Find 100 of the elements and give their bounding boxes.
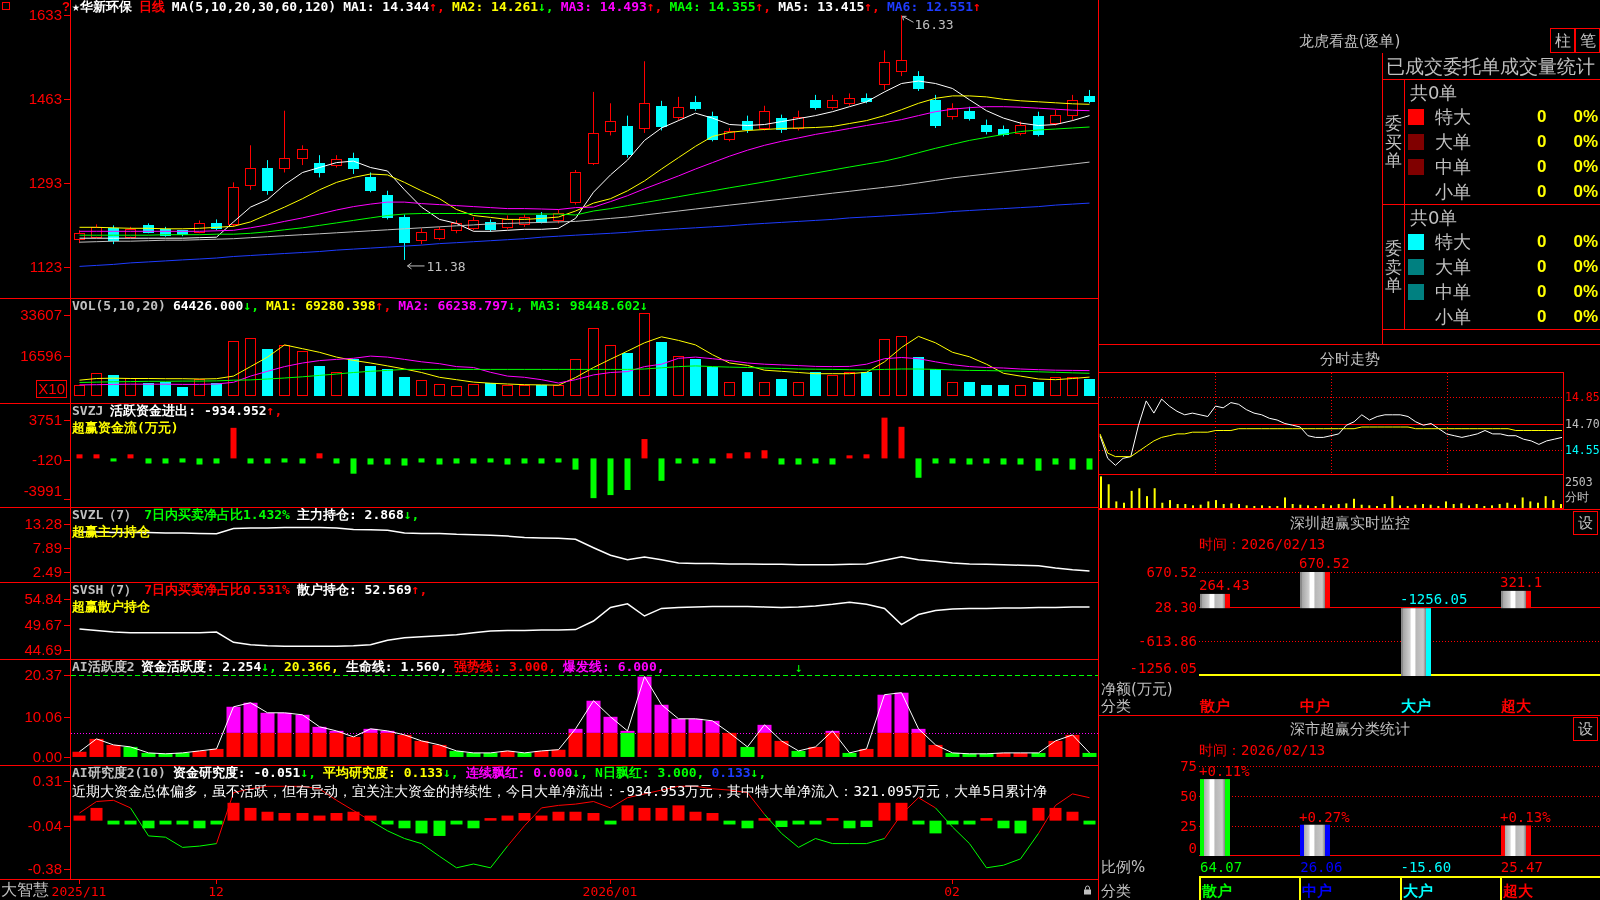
axis-label: 1463 (28, 91, 62, 108)
fund-flow-bar (795, 458, 802, 465)
trend-arrow: ↓, (261, 660, 277, 674)
candlestick (331, 154, 342, 169)
axis-label: 16596 (20, 347, 62, 364)
axis-label: 28.30 (1154, 599, 1197, 615)
candlestick (245, 144, 256, 191)
date-label: 12 (208, 884, 224, 900)
axis-label: 1633 (28, 7, 62, 24)
legend-label: 超赢散户持仓 (72, 600, 150, 614)
fund-flow-bar (983, 458, 990, 464)
count-value: 0 (1536, 156, 1547, 177)
candlestick (485, 218, 496, 233)
row-label: 特大 (1435, 106, 1471, 127)
fund-flow-bar (110, 458, 117, 462)
legend-label: AI活跃度2 (72, 660, 135, 674)
legend-label: 散户持仓: 52.569 (296, 583, 412, 597)
percent-value: 0% (1573, 256, 1598, 277)
signal-arrow: ↓ (795, 660, 803, 675)
volume-bar (1291, 504, 1294, 508)
trend-arrow: ↓, (538, 0, 554, 14)
axis-label: 10.06 (24, 708, 62, 725)
volume-bar (1414, 504, 1417, 508)
candlestick (1033, 111, 1044, 137)
fund-flow-bar (915, 458, 922, 478)
settings-button[interactable]: 设 (1573, 716, 1598, 741)
legend-label: 20.366, (283, 660, 339, 674)
axis-label: -613.86 (1138, 633, 1197, 649)
category-bar (1300, 824, 1330, 856)
count-value: 0 (1536, 131, 1547, 152)
candlestick (74, 229, 85, 244)
change-label: +0.13% (1500, 809, 1551, 826)
volume-bar (1199, 504, 1202, 508)
axis-caption: 比例% (1101, 859, 1146, 876)
candlestick (930, 94, 941, 129)
candlestick (382, 190, 393, 220)
burst-segment (620, 730, 635, 733)
group-label: 委买单 (1385, 113, 1402, 171)
percent-value: 0% (1573, 106, 1598, 127)
settings-button[interactable]: 设 (1573, 510, 1598, 535)
fund-flow-bar (453, 458, 460, 464)
axis-caption: 分类 (1101, 698, 1131, 715)
mode-button[interactable]: 笔 (1575, 28, 1600, 53)
candlestick (399, 214, 410, 261)
value-label: -15.60 (1400, 859, 1452, 876)
fund-flow-bar (675, 458, 682, 464)
candlestick (1015, 121, 1026, 136)
burst-segment (277, 712, 292, 733)
axis-label: 3751 (28, 412, 62, 429)
axis-label: 0.00 (32, 748, 62, 765)
candlestick (194, 219, 205, 234)
volume-bar (1429, 504, 1432, 508)
candlestick (896, 14, 907, 77)
value-label: 321.1 (1500, 573, 1543, 590)
legend-label: SVSH（7） (72, 583, 138, 597)
category-label: 超大 (1500, 697, 1531, 715)
trend-arrow: ↑, (375, 299, 392, 313)
fund-flow-bar (658, 458, 665, 481)
fund-flow-bar (1035, 458, 1042, 471)
axis-label: -120 (31, 451, 62, 468)
burst-segment (568, 728, 583, 733)
percent-value: 0% (1573, 156, 1598, 177)
burst-segment (329, 730, 344, 733)
candlestick (468, 216, 479, 231)
fund-flow-bar (384, 458, 391, 465)
candlestick (570, 169, 581, 206)
fund-flow-bar (487, 458, 494, 463)
fund-flow-bar (76, 454, 83, 459)
fund-flow-bar (333, 458, 340, 464)
volume-bar (1245, 505, 1248, 508)
category-bar (1501, 590, 1531, 609)
trend-arrow: ↓ (640, 299, 648, 313)
burst-segment (295, 714, 310, 733)
category-bar (1300, 572, 1330, 609)
volume-bar (1322, 504, 1325, 508)
fund-flow-bar (572, 458, 579, 470)
legend-label: MA3: 14.493 (560, 0, 647, 14)
fund-flow-bar (761, 450, 768, 459)
axis-label: 670.52 (1146, 564, 1197, 580)
volume-bar (1368, 505, 1371, 508)
axis-label: 1293 (28, 175, 62, 192)
total-label: 共0单 (1410, 206, 1458, 228)
candlestick (91, 223, 102, 238)
volume-bar (1138, 488, 1141, 508)
axis-label: 0.31 (32, 773, 62, 790)
legend-label: ★华新环保 (72, 0, 132, 14)
volume-bar (1153, 488, 1156, 508)
category-bar (1501, 825, 1531, 856)
volume-bar (1460, 503, 1463, 508)
fund-flow-bar (932, 458, 939, 464)
fund-flow-bar (641, 439, 648, 459)
candlestick (879, 49, 890, 91)
fund-flow-bar (504, 458, 511, 465)
volume-bar (1299, 504, 1302, 508)
fund-flow-bar (213, 458, 220, 464)
count-value: 0 (1536, 231, 1547, 252)
change-label: +0.27% (1299, 808, 1350, 825)
mode-button[interactable]: 柱 (1550, 28, 1575, 53)
legend-label: MA6: 12.551 (886, 0, 974, 14)
category-label: 超大 (1502, 882, 1533, 900)
